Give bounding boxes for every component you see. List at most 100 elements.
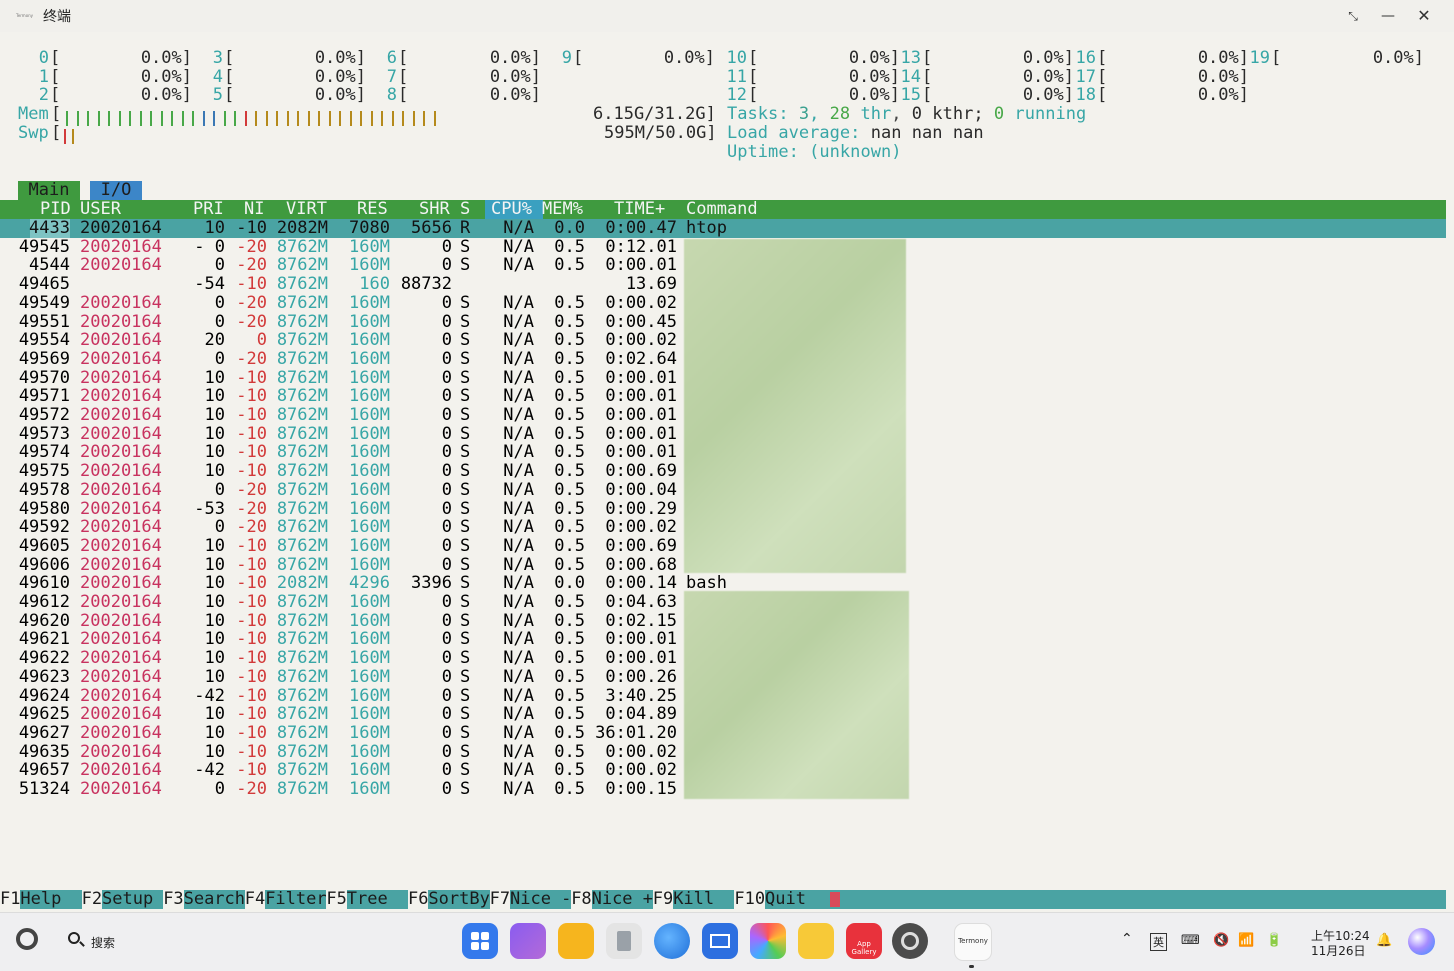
cell-user: 20020164 <box>80 666 162 687</box>
notes-icon[interactable] <box>798 923 834 959</box>
cell-s: S <box>460 461 471 482</box>
col-mem[interactable]: MEM% <box>542 200 583 219</box>
fkey-f5-label[interactable]: Tree <box>347 890 408 909</box>
fkey-f1-key[interactable]: F1 <box>0 890 21 909</box>
col-state[interactable]: S <box>460 200 470 219</box>
assistant-orb-icon[interactable] <box>1408 928 1435 955</box>
search-label[interactable]: 搜索 <box>91 934 115 951</box>
cell-pid: 49549 <box>18 292 70 313</box>
minimize-button[interactable]: — <box>1371 4 1405 28</box>
fkey-f7-key[interactable]: F7 <box>489 890 511 909</box>
cell-shr: 3396 <box>411 573 452 594</box>
notification-bell-icon[interactable]: 🔔 <box>1376 933 1392 948</box>
cell-virt: 8762M <box>276 629 328 650</box>
clipboard-icon[interactable]: ⌨ <box>1181 933 1200 948</box>
search-icon[interactable] <box>68 932 80 944</box>
cell-cpu: N/A <box>503 367 534 388</box>
wifi-icon[interactable]: 📶 <box>1238 933 1254 948</box>
fkey-f6-key[interactable]: F6 <box>408 890 429 909</box>
cell-mem: 0.5 <box>554 722 585 743</box>
cpu-bracket: [ <box>224 66 235 87</box>
col-ni[interactable]: NI <box>244 200 264 219</box>
cell-time: 0:00.69 <box>605 535 677 556</box>
fkey-f4-key[interactable]: F4 <box>244 890 266 909</box>
col-user[interactable]: USER <box>80 200 121 219</box>
restore-button[interactable]: ⤡ <box>1336 4 1370 28</box>
mail-icon[interactable] <box>702 923 738 959</box>
cell-pid: 49578 <box>18 479 70 500</box>
fkey-f6-label[interactable]: SortBy <box>428 890 489 909</box>
cell-mem: 0.5 <box>554 685 585 706</box>
clock-date[interactable]: 11月26日 <box>1311 942 1366 959</box>
cell-cpu: N/A <box>503 517 534 538</box>
col-shr[interactable]: SHR <box>419 200 450 219</box>
termony-label: Termony <box>958 937 988 945</box>
col-res[interactable]: RES <box>357 200 388 219</box>
fkey-f7-label[interactable]: Nice - <box>510 890 571 909</box>
cpu-bracket: [ <box>1271 48 1282 68</box>
app-gallery-icon[interactable]: App Gallery <box>846 923 882 959</box>
cell-cpu: N/A <box>503 573 534 594</box>
col-cpu[interactable]: CPU% <box>491 200 532 219</box>
settings-gear-icon[interactable] <box>892 923 928 959</box>
fkey-f1-label[interactable]: Help <box>20 890 81 909</box>
col-time[interactable]: TIME+ <box>614 200 665 219</box>
col-command[interactable]: Command <box>686 200 758 219</box>
cell-ni: -10 <box>236 648 267 669</box>
cell-cpu: N/A <box>503 348 534 369</box>
browser-icon[interactable] <box>654 923 690 959</box>
cell-shr: 0 <box>441 461 452 482</box>
app-launcher-icon[interactable] <box>462 923 498 959</box>
photos-icon[interactable] <box>750 923 786 959</box>
recycle-bin-icon[interactable] <box>606 923 642 959</box>
cpu-label: 7 <box>386 66 397 87</box>
cell-virt: 8762M <box>276 741 328 762</box>
cell-ni: -10 <box>236 610 267 631</box>
cell-ni: -10 <box>236 685 267 706</box>
fkey-f4-label[interactable]: Filter <box>265 890 326 909</box>
cell-user: 20020164 <box>80 442 162 463</box>
swap-usage-bar <box>62 126 76 144</box>
fkey-f9-label[interactable]: Kill <box>673 890 734 909</box>
files-folder-icon[interactable] <box>558 923 594 959</box>
fkey-f9-key[interactable]: F9 <box>652 890 674 909</box>
fkey-f3-label[interactable]: Search <box>184 890 245 909</box>
terminal-app-icon: Termony <box>16 13 34 18</box>
cpu-bracket: [ <box>398 48 409 68</box>
fkey-f5-key[interactable]: F5 <box>326 890 347 909</box>
start-button[interactable] <box>16 928 38 950</box>
cell-ni: -10 <box>236 760 267 781</box>
process-row-selected[interactable]: 4433 20020164 10 -10 2082M 7080 5656 R N/A 0.0 0:0… <box>0 219 1446 238</box>
cell-ni: -10 <box>236 704 267 725</box>
col-pid[interactable]: PID <box>40 200 71 219</box>
chevron-up-icon[interactable]: ⌃ <box>1121 931 1133 947</box>
mem-usage-bar <box>62 108 447 126</box>
fkey-f10-key[interactable]: F10 <box>734 890 766 909</box>
multitask-icon[interactable] <box>510 923 546 959</box>
terminal-area[interactable]: 0[0.0%] 1[0.0%] 2[0.0%] 3[0.0%] 4[0.0%] 5[0.0… <box>0 32 1454 909</box>
cell-res: 160M <box>349 517 390 538</box>
cell-cpu: N/A <box>503 722 534 743</box>
battery-icon[interactable]: 🔋 <box>1266 933 1282 948</box>
tab-io[interactable]: I/O <box>90 181 142 200</box>
termony-app-icon[interactable]: Termony <box>954 923 992 961</box>
cell-ni: -20 <box>236 779 267 799</box>
cell-pid: 49592 <box>18 517 70 538</box>
cell-time: 0:00.02 <box>605 292 677 313</box>
fkey-f8-key[interactable]: F8 <box>571 890 592 909</box>
col-virt[interactable]: VIRT <box>286 200 327 219</box>
cell-s: S <box>460 573 471 594</box>
ime-indicator[interactable]: 英 <box>1150 933 1167 951</box>
col-pri[interactable]: PRI <box>193 200 224 219</box>
fkey-f2-label[interactable]: Setup <box>102 890 163 909</box>
close-button[interactable]: ✕ <box>1407 4 1441 28</box>
fkey-f2-key[interactable]: F2 <box>81 890 103 909</box>
cell-shr: 0 <box>441 442 452 463</box>
cpu-bracket: [ <box>748 85 759 105</box>
fkey-f10-label[interactable]: Quit <box>765 890 826 909</box>
cell-res: 160M <box>349 535 390 556</box>
volume-muted-icon[interactable]: 🔇 <box>1213 933 1229 948</box>
fkey-f3-key[interactable]: F3 <box>163 890 184 909</box>
fkey-f8-label[interactable]: Nice + <box>592 890 653 909</box>
tab-main[interactable]: Main <box>18 181 80 200</box>
